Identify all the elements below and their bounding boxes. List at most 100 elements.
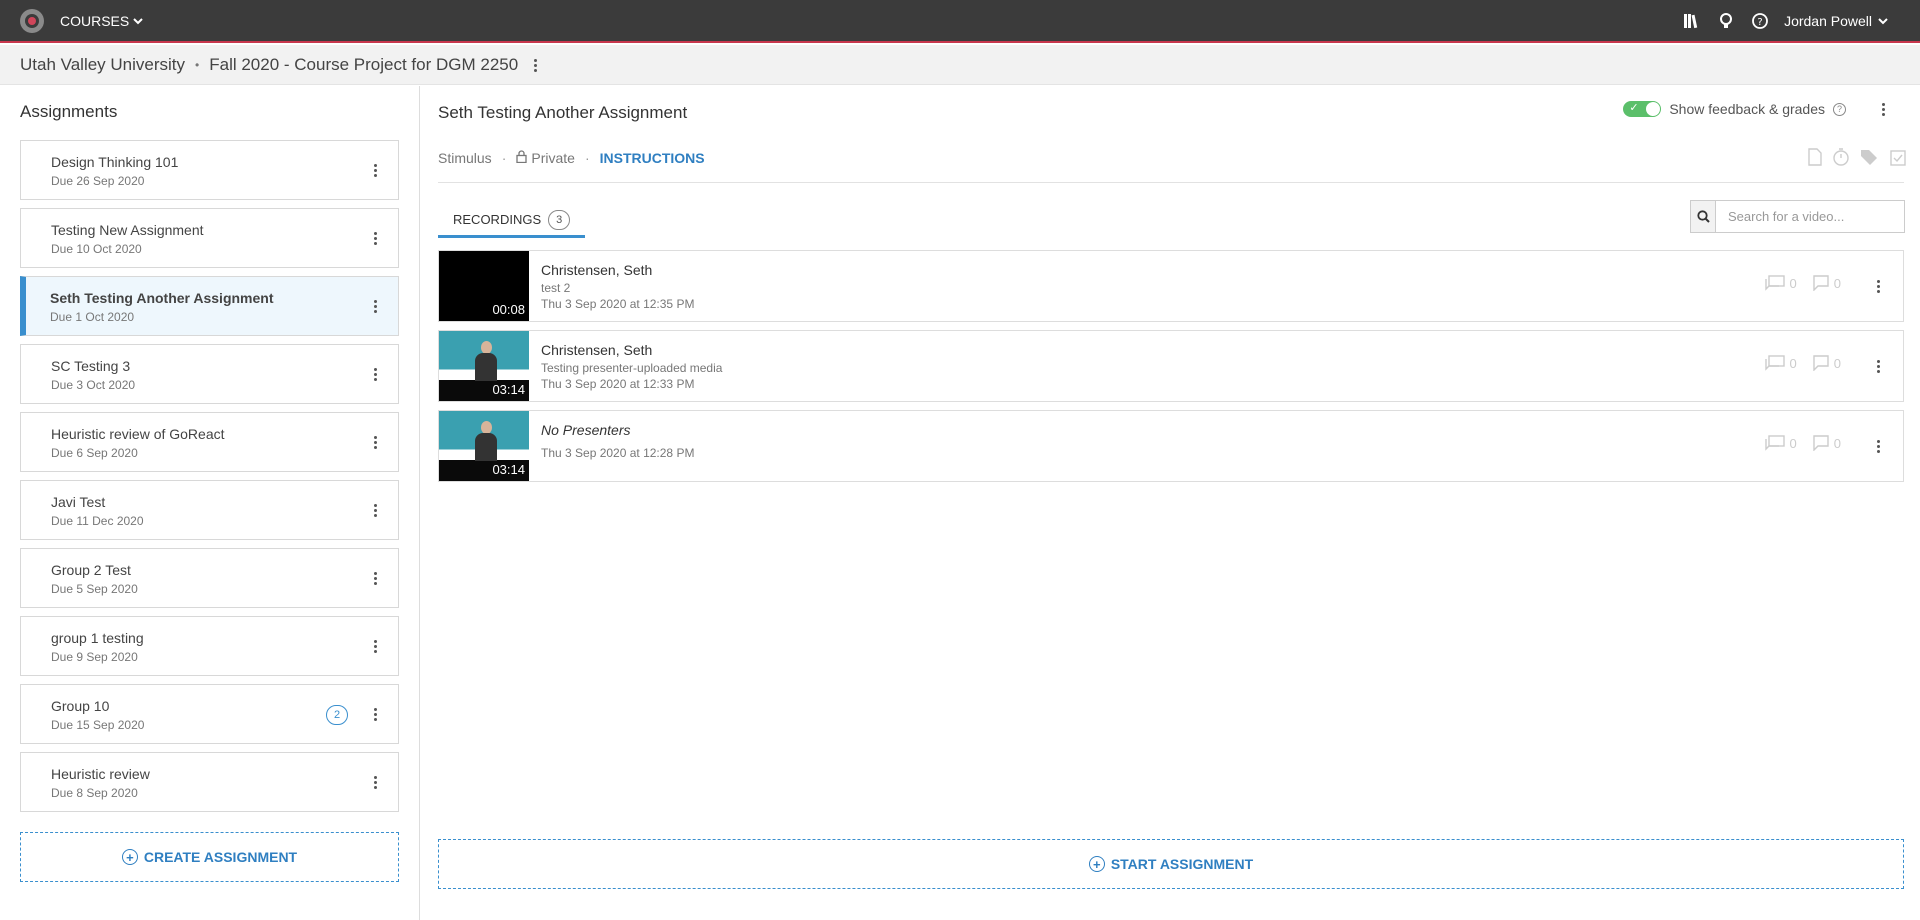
assignment-due: Due 6 Sep 2020 (51, 446, 138, 460)
assignment-due: Due 5 Sep 2020 (51, 582, 138, 596)
assignment-item[interactable]: SC Testing 3 Due 3 Oct 2020 (20, 344, 399, 404)
document-icon[interactable] (1808, 148, 1822, 171)
show-feedback-toggle[interactable]: ✓ (1623, 101, 1662, 117)
chevron-down-icon (133, 17, 143, 28)
comments-icon (1764, 355, 1785, 371)
search-icon[interactable] (1691, 201, 1716, 232)
assignment-options-icon[interactable] (368, 773, 382, 791)
assignment-item[interactable]: Group 2 Test Due 5 Sep 2020 (20, 548, 399, 608)
assignment-title: Heuristic review (51, 766, 150, 782)
help-icon[interactable]: ? (1833, 102, 1846, 116)
lock-icon (516, 150, 528, 166)
presenter-name: No Presenters (541, 422, 631, 438)
presenter-name: Christensen, Seth (541, 342, 653, 358)
top-navigation-bar: COURSES ? Jordan Powell (0, 0, 1920, 43)
stimulus-label[interactable]: Stimulus (438, 150, 492, 166)
assignment-options-icon[interactable] (368, 365, 382, 383)
svg-text:?: ? (1757, 17, 1762, 28)
video-duration: 03:14 (492, 382, 525, 397)
breadcrumb: Utah Valley University • Fall 2020 - Cou… (20, 55, 542, 75)
recording-row[interactable]: 00:08 Christensen, Seth test 2 Thu 3 Sep… (438, 250, 1904, 322)
instructions-link[interactable]: INSTRUCTIONS (600, 150, 705, 166)
breadcrumb-course[interactable]: Fall 2020 - Course Project for DGM 2250 (209, 55, 518, 75)
assignment-options-icon[interactable] (368, 433, 382, 451)
assignment-options-icon[interactable] (368, 161, 382, 179)
assignment-due: Due 1 Oct 2020 (50, 310, 135, 324)
assignment-title: Testing New Assignment (51, 222, 204, 238)
assignment-item[interactable]: Javi Test Due 11 Dec 2020 (20, 480, 399, 540)
assignment-item[interactable]: Heuristic review of GoReact Due 6 Sep 20… (20, 412, 399, 472)
comment-count: 0 (1764, 275, 1797, 291)
speech-bubble-icon (1813, 275, 1829, 291)
assignment-item[interactable]: Design Thinking 101 Due 26 Sep 2020 (20, 140, 399, 200)
courses-label: COURSES (60, 13, 130, 29)
reply-count: 0 (1813, 355, 1841, 371)
privacy-label: Private (531, 150, 575, 166)
assignment-options-icon[interactable] (1876, 100, 1890, 118)
assignment-item-selected[interactable]: Seth Testing Another Assignment Due 1 Oc… (20, 276, 399, 336)
check-icon: ✓ (1629, 102, 1639, 114)
course-options-icon[interactable] (528, 56, 542, 74)
assignment-due: Due 10 Oct 2020 (51, 242, 142, 256)
breadcrumb-separator: • (195, 58, 200, 72)
breadcrumb-institution[interactable]: Utah Valley University (20, 55, 185, 75)
meta-separator: · (584, 150, 590, 166)
comments-icon (1764, 435, 1785, 451)
video-thumbnail[interactable]: 03:14 (439, 411, 529, 481)
start-assignment-button[interactable]: + START ASSIGNMENT (438, 839, 1904, 889)
assignment-title: Seth Testing Another Assignment (50, 290, 274, 306)
assignment-options-icon[interactable] (368, 569, 382, 587)
assignment-due: Due 3 Oct 2020 (51, 378, 136, 392)
assignment-title: SC Testing 3 (51, 358, 131, 374)
tags-icon[interactable] (1860, 148, 1880, 171)
assignment-options-icon[interactable] (368, 501, 382, 519)
recording-options-icon[interactable] (1871, 277, 1885, 295)
assignment-options-icon[interactable] (368, 705, 382, 723)
recording-date: Thu 3 Sep 2020 at 12:33 PM (541, 377, 695, 391)
video-thumbnail[interactable]: 03:14 (439, 331, 529, 401)
assignment-detail: Seth Testing Another Assignment ✓ Show f… (421, 86, 1920, 920)
library-icon[interactable] (1682, 11, 1702, 31)
tab-recordings[interactable]: RECORDINGS 3 (438, 204, 585, 238)
comment-count: 0 (1764, 435, 1797, 451)
assignment-options-icon[interactable] (368, 297, 382, 315)
lightbulb-icon[interactable] (1716, 11, 1736, 31)
create-assignment-button[interactable]: + CREATE ASSIGNMENT (20, 832, 399, 882)
sidebar-heading: Assignments (20, 102, 118, 121)
search-input[interactable] (1716, 201, 1904, 232)
recordings-list: 00:08 Christensen, Seth test 2 Thu 3 Sep… (438, 250, 1904, 490)
assignment-item[interactable]: Testing New Assignment Due 10 Oct 2020 (20, 208, 399, 268)
tab-label: RECORDINGS (453, 212, 542, 227)
assignment-tool-icons (1808, 148, 1906, 171)
recording-options-icon[interactable] (1871, 357, 1885, 375)
user-menu[interactable]: Jordan Powell (1784, 13, 1888, 29)
comment-count: 0 (1764, 355, 1797, 371)
recording-row[interactable]: 03:14 Christensen, Seth Testing presente… (438, 330, 1904, 402)
assignment-item[interactable]: group 1 testing Due 9 Sep 2020 (20, 616, 399, 676)
reply-count: 0 (1813, 275, 1841, 291)
assignment-due: Due 9 Sep 2020 (51, 650, 138, 664)
timer-icon[interactable] (1832, 148, 1850, 171)
rubric-icon[interactable] (1890, 148, 1906, 171)
chevron-down-icon (1878, 17, 1888, 24)
create-assignment-label: CREATE ASSIGNMENT (143, 849, 298, 865)
help-icon[interactable]: ? (1750, 11, 1770, 31)
assignment-item[interactable]: Group 10 Due 15 Sep 2020 2 (20, 684, 399, 744)
recording-stats: 0 0 (1764, 355, 1841, 371)
assignment-options-icon[interactable] (368, 229, 382, 247)
recording-row[interactable]: 03:14 No Presenters Thu 3 Sep 2020 at 12… (438, 410, 1904, 482)
goreact-logo[interactable] (20, 9, 44, 33)
courses-menu[interactable]: COURSES (60, 13, 143, 29)
assignment-title: Group 2 Test (51, 562, 131, 578)
recording-options-icon[interactable] (1871, 437, 1885, 455)
assignment-due: Due 11 Dec 2020 (51, 514, 144, 528)
video-thumbnail[interactable]: 00:08 (439, 251, 529, 321)
assignment-due: Due 15 Sep 2020 (51, 718, 145, 732)
assignment-title: Design Thinking 101 (51, 154, 179, 170)
assignment-item[interactable]: Heuristic review Due 8 Sep 2020 (20, 752, 399, 812)
recording-stats: 0 0 (1764, 275, 1841, 291)
assignment-list: Design Thinking 101 Due 26 Sep 2020 Test… (20, 140, 399, 820)
toggle-label: Show feedback & grades (1669, 101, 1825, 117)
assignment-options-icon[interactable] (368, 637, 382, 655)
feedback-toggle-row: ✓ Show feedback & grades ? (1623, 100, 1890, 118)
